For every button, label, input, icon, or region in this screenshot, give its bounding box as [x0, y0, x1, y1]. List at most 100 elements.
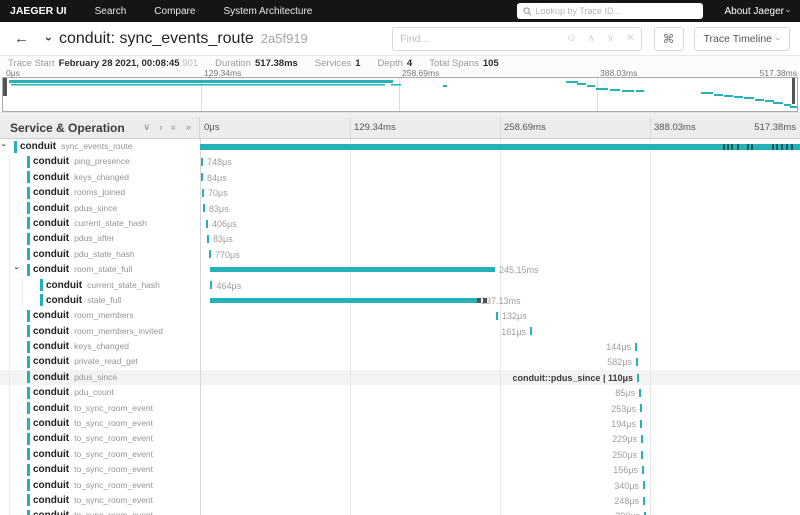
span-timeline-cell[interactable]: 582μs: [200, 354, 800, 369]
span-name-cell[interactable]: conduit state_full: [0, 292, 200, 309]
span-row[interactable]: conduit rooms_joined 70μs: [0, 185, 800, 201]
span-timeline-cell[interactable]: 770μs: [200, 247, 800, 262]
span-name-cell[interactable]: conduitto_sync_room_event: [0, 431, 200, 447]
span-row[interactable]: conduit pdus_after 83μs: [0, 231, 800, 247]
span-row[interactable]: conduit keys_changed 84μs: [0, 169, 800, 186]
chevron-down-icon[interactable]: ›: [12, 267, 22, 270]
span-bar[interactable]: [203, 204, 205, 213]
span-row[interactable]: conduit to_sync_room_event 156μs: [0, 462, 800, 478]
span-name-cell[interactable]: conduit current_state_hash: [0, 277, 200, 293]
span-name-cell[interactable]: conduit keys_changed: [0, 169, 200, 186]
span-timeline-cell[interactable]: 464μs: [200, 278, 800, 293]
span-row[interactable]: conduit current_state_hash 406μs: [0, 215, 800, 232]
span-bar[interactable]: [210, 298, 477, 304]
span-row[interactable]: conduit to_sync_room_event 194μs: [0, 416, 800, 432]
nav-item-system-architecture[interactable]: System Architecture: [223, 6, 312, 17]
expand-one-icon[interactable]: ›: [159, 122, 162, 133]
span-timeline-cell[interactable]: 84μs: [200, 170, 800, 185]
span-timeline-cell[interactable]: 245.15ms: [200, 262, 800, 277]
span-row[interactable]: › conduit sync_events_route: [0, 139, 800, 154]
span-row[interactable]: conduit pdus_since conduit::pdus_since | …: [0, 369, 800, 386]
span-bar[interactable]: [641, 450, 643, 459]
span-timeline-cell[interactable]: 83μs: [200, 231, 800, 246]
trace-view-select[interactable]: Trace Timeline ›: [693, 26, 790, 51]
keyboard-shortcuts-button[interactable]: ⌘: [653, 26, 684, 51]
span-timeline-cell[interactable]: 83μs: [200, 201, 800, 216]
span-bar[interactable]: [201, 158, 203, 167]
span-row[interactable]: conduitto_sync_room_event 390μs: [0, 508, 800, 515]
find-clear-icon[interactable]: ✕: [620, 33, 640, 44]
span-bar[interactable]: [206, 219, 208, 228]
find-input[interactable]: [393, 32, 562, 45]
span-row[interactable]: conduit to_sync_room_event 340μs: [0, 477, 800, 493]
find-match-icon[interactable]: ⊙: [561, 33, 581, 44]
span-row[interactable]: conduit keys_changed 144μs: [0, 339, 800, 355]
span-bar[interactable]: [210, 267, 495, 273]
span-name-cell[interactable]: conduitto_sync_room_event: [0, 400, 200, 417]
span-timeline-cell[interactable]: 156μs: [200, 462, 800, 477]
span-timeline-cell[interactable]: 144μs: [200, 339, 800, 354]
collapse-one-icon[interactable]: ∨: [143, 122, 150, 133]
span-name-cell[interactable]: conduit pdu_state_hash: [0, 246, 200, 263]
span-row[interactable]: conduit to_sync_room_event 253μs: [0, 400, 800, 417]
app-logo[interactable]: JAEGER UI: [10, 5, 67, 17]
trace-id-search[interactable]: [516, 3, 703, 19]
span-name-cell[interactable]: › conduit sync_events_route: [0, 139, 200, 154]
span-row[interactable]: conduit pdu_state_hash 770μs: [0, 246, 800, 263]
span-bar[interactable]: [530, 327, 532, 336]
span-timeline-cell[interactable]: 390μs: [200, 508, 800, 515]
span-bar[interactable]: [641, 435, 643, 444]
span-timeline-cell[interactable]: 253μs: [200, 401, 800, 416]
expand-all-icon[interactable]: »: [186, 122, 191, 133]
span-bar[interactable]: [202, 188, 204, 197]
trace-minimap[interactable]: [2, 77, 798, 112]
span-row[interactable]: conduit to_sync_room_event 250μs: [0, 446, 800, 463]
span-bar[interactable]: [636, 358, 638, 367]
span-name-cell[interactable]: conduitto_sync_room_event: [0, 446, 200, 463]
span-timeline-cell[interactable]: conduit::pdus_since | 110μs: [200, 370, 800, 385]
span-bar[interactable]: [637, 373, 639, 382]
span-row[interactable]: › conduit room_state_full 245.15ms: [0, 262, 800, 278]
span-row[interactable]: conduit to_sync_room_event 229μs: [0, 431, 800, 447]
span-bar[interactable]: [210, 281, 212, 290]
span-timeline-cell[interactable]: 237.13ms: [200, 293, 800, 308]
span-timeline-cell[interactable]: 248μs: [200, 493, 800, 508]
back-button[interactable]: ←: [14, 30, 29, 47]
span-row[interactable]: conduit private_read_get 582μs: [0, 354, 800, 370]
span-row[interactable]: conduit to_sync_room_event 248μs: [0, 492, 800, 509]
span-name-cell[interactable]: conduitto_sync_room_event: [0, 416, 200, 432]
span-name-cell[interactable]: › conduit room_state_full: [0, 262, 200, 278]
span-bar[interactable]: [201, 173, 203, 182]
span-timeline-cell[interactable]: 85μs: [200, 385, 800, 400]
span-name-cell[interactable]: conduit room_members_invited: [0, 323, 200, 340]
span-name-cell[interactable]: conduitto_sync_room_event: [0, 492, 200, 509]
span-bar[interactable]: [635, 342, 637, 351]
collapse-trace-chevron-icon[interactable]: ›: [42, 37, 56, 41]
span-name-cell[interactable]: conduit keys_changed: [0, 339, 200, 355]
trace-id-search-input[interactable]: [535, 6, 697, 16]
span-bar[interactable]: [642, 465, 644, 474]
about-jaeger-menu[interactable]: About Jaeger›: [725, 6, 794, 17]
span-name-cell[interactable]: conduitto_sync_room_event: [0, 508, 200, 515]
span-row[interactable]: conduit room_members_invited 161μs: [0, 323, 800, 340]
find-next-icon[interactable]: ∨: [601, 33, 620, 44]
span-timeline-cell[interactable]: [200, 139, 800, 154]
span-row[interactable]: conduit room_members 132μs: [0, 308, 800, 324]
span-bar[interactable]: [200, 143, 800, 150]
span-name-cell[interactable]: conduit ping_presence: [0, 154, 200, 170]
span-timeline-cell[interactable]: 406μs: [200, 216, 800, 231]
span-name-cell[interactable]: conduit pdus_after: [0, 231, 200, 247]
span-timeline-cell[interactable]: 132μs: [200, 308, 800, 323]
span-bar[interactable]: [209, 250, 211, 259]
span-bar[interactable]: [643, 481, 645, 490]
span-name-cell[interactable]: conduitto_sync_room_event: [0, 462, 200, 478]
span-bar[interactable]: [207, 235, 209, 244]
span-timeline-cell[interactable]: 70μs: [200, 185, 800, 200]
span-row[interactable]: conduit pdus_since 83μs: [0, 200, 800, 216]
find-prev-icon[interactable]: ∧: [581, 33, 600, 44]
span-timeline-cell[interactable]: 250μs: [200, 447, 800, 462]
span-name-cell[interactable]: conduit private_read_get: [0, 354, 200, 370]
span-bar[interactable]: [643, 496, 645, 505]
span-bar[interactable]: [640, 404, 642, 413]
span-row[interactable]: conduit ping_presence 748μs: [0, 154, 800, 170]
